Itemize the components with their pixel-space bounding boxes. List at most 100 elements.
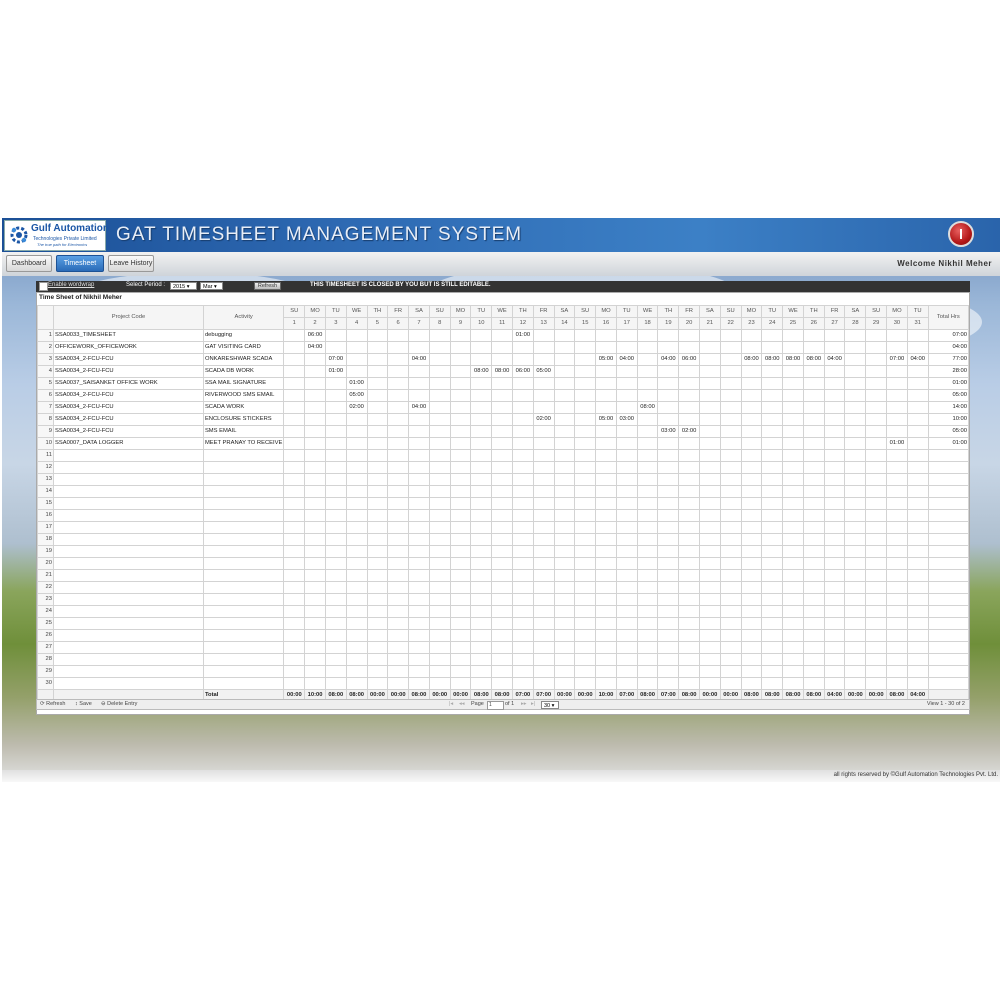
hours-cell[interactable] xyxy=(366,617,389,630)
hours-cell[interactable] xyxy=(719,545,742,558)
hours-cell[interactable] xyxy=(304,593,326,606)
hours-cell[interactable] xyxy=(719,653,742,666)
hours-cell[interactable] xyxy=(802,473,825,486)
hours-cell[interactable] xyxy=(428,569,451,582)
hours-cell[interactable] xyxy=(906,425,929,438)
hours-cell[interactable] xyxy=(761,437,784,450)
hours-cell[interactable] xyxy=(657,557,680,570)
hours-cell[interactable] xyxy=(491,437,513,450)
hours-cell[interactable] xyxy=(449,329,472,342)
hours-cell[interactable] xyxy=(636,617,659,630)
hours-cell[interactable] xyxy=(366,653,389,666)
hours-cell[interactable] xyxy=(511,617,534,630)
table-row[interactable]: 23 xyxy=(37,593,970,606)
hours-cell[interactable] xyxy=(387,557,410,570)
hours-cell[interactable] xyxy=(387,617,410,630)
hours-cell[interactable] xyxy=(865,617,888,630)
hours-cell[interactable] xyxy=(449,437,472,450)
hours-cell[interactable] xyxy=(761,593,784,606)
hours-cell[interactable] xyxy=(491,617,513,630)
hours-cell[interactable] xyxy=(324,341,347,354)
hours-cell[interactable] xyxy=(428,485,451,498)
hours-cell[interactable] xyxy=(283,497,306,510)
hours-cell[interactable] xyxy=(761,413,784,426)
hours-cell[interactable] xyxy=(553,389,576,402)
hours-cell[interactable] xyxy=(678,545,700,558)
hours-cell[interactable] xyxy=(844,461,867,474)
hours-cell[interactable] xyxy=(283,341,306,354)
hours-cell[interactable] xyxy=(428,677,451,690)
hours-cell[interactable] xyxy=(678,605,700,618)
hours-cell[interactable] xyxy=(719,425,742,438)
hours-cell[interactable] xyxy=(865,329,888,342)
hours-cell[interactable] xyxy=(678,485,700,498)
hours-cell[interactable] xyxy=(802,605,825,618)
hours-cell[interactable]: 01:00 xyxy=(324,365,347,378)
hours-cell[interactable] xyxy=(802,545,825,558)
hours-cell[interactable] xyxy=(470,437,493,450)
hours-cell[interactable] xyxy=(366,377,389,390)
hours-cell[interactable] xyxy=(636,665,659,678)
hours-cell[interactable] xyxy=(553,581,576,594)
hours-cell[interactable] xyxy=(782,389,804,402)
hours-cell[interactable] xyxy=(574,605,597,618)
hours-cell[interactable] xyxy=(906,629,929,642)
hours-cell[interactable] xyxy=(532,437,555,450)
hours-cell[interactable] xyxy=(553,593,576,606)
hours-cell[interactable] xyxy=(304,569,326,582)
hours-cell[interactable] xyxy=(491,497,513,510)
hours-cell[interactable] xyxy=(470,509,493,522)
hours-cell[interactable] xyxy=(906,617,929,630)
hours-cell[interactable] xyxy=(657,401,680,414)
hours-cell[interactable] xyxy=(823,665,846,678)
hours-cell[interactable] xyxy=(304,629,326,642)
hours-cell[interactable] xyxy=(428,413,451,426)
hours-cell[interactable] xyxy=(782,425,804,438)
hours-cell[interactable] xyxy=(823,569,846,582)
hours-cell[interactable] xyxy=(345,545,368,558)
hours-cell[interactable] xyxy=(449,533,472,546)
hours-cell[interactable] xyxy=(761,521,784,534)
hours-cell[interactable] xyxy=(491,545,513,558)
hours-cell[interactable] xyxy=(844,401,867,414)
hours-cell[interactable] xyxy=(782,665,804,678)
hours-cell[interactable] xyxy=(906,485,929,498)
hours-cell[interactable] xyxy=(761,569,784,582)
hours-cell[interactable] xyxy=(657,497,680,510)
hours-cell[interactable] xyxy=(636,629,659,642)
hours-cell[interactable] xyxy=(470,413,493,426)
hours-cell[interactable] xyxy=(553,485,576,498)
hours-cell[interactable] xyxy=(553,413,576,426)
hours-cell[interactable] xyxy=(865,677,888,690)
hours-cell[interactable] xyxy=(408,473,430,486)
hours-cell[interactable] xyxy=(366,341,389,354)
hours-cell[interactable] xyxy=(740,377,763,390)
hours-cell[interactable] xyxy=(470,389,493,402)
hours-cell[interactable] xyxy=(574,557,597,570)
hours-cell[interactable] xyxy=(408,377,430,390)
hours-cell[interactable] xyxy=(615,341,638,354)
hours-cell[interactable] xyxy=(906,449,929,462)
project-code-cell[interactable] xyxy=(52,629,204,642)
hours-cell[interactable] xyxy=(511,653,534,666)
hours-cell[interactable] xyxy=(657,569,680,582)
hours-cell[interactable] xyxy=(491,569,513,582)
activity-cell[interactable] xyxy=(202,461,285,474)
hours-cell[interactable] xyxy=(387,629,410,642)
hours-cell[interactable] xyxy=(324,485,347,498)
hours-cell[interactable] xyxy=(595,593,617,606)
hours-cell[interactable] xyxy=(719,365,742,378)
hours-cell[interactable] xyxy=(719,605,742,618)
hours-cell[interactable] xyxy=(678,677,700,690)
hours-cell[interactable] xyxy=(615,617,638,630)
hours-cell[interactable] xyxy=(699,533,721,546)
hours-cell[interactable] xyxy=(491,461,513,474)
hours-cell[interactable] xyxy=(906,533,929,546)
project-code-cell[interactable] xyxy=(52,473,204,486)
hours-cell[interactable] xyxy=(324,389,347,402)
hours-cell[interactable] xyxy=(345,521,368,534)
hours-cell[interactable] xyxy=(595,461,617,474)
hours-cell[interactable] xyxy=(823,401,846,414)
hours-cell[interactable] xyxy=(283,521,306,534)
hours-cell[interactable] xyxy=(719,569,742,582)
